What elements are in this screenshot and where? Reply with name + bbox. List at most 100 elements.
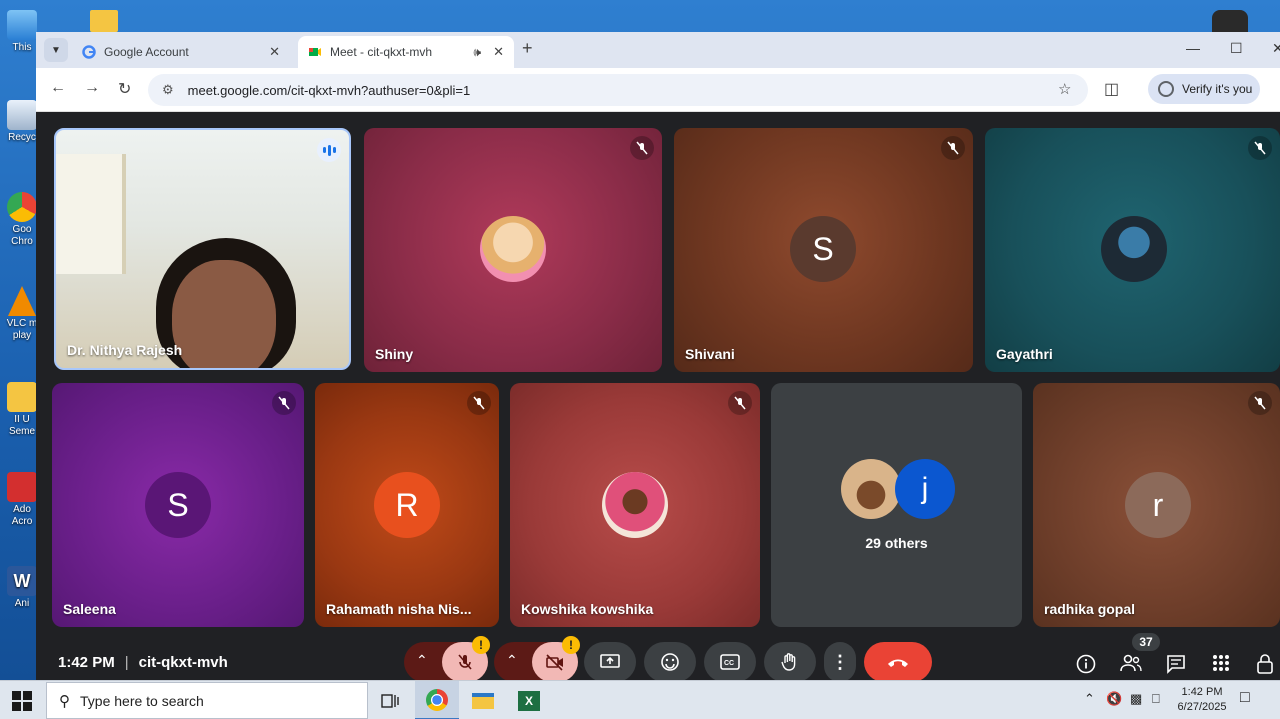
raise-hand-icon — [781, 653, 796, 671]
raise-hand-button[interactable] — [764, 642, 816, 680]
notifications-icon[interactable]: □ — [1240, 689, 1250, 707]
desktop-icon-this-pc[interactable]: This — [4, 10, 40, 54]
more-options-button[interactable]: ⋮ — [824, 642, 856, 680]
taskbar-clock[interactable]: 1:42 PM 6/27/2025 — [1172, 685, 1232, 715]
mic-off-icon — [1248, 136, 1272, 160]
recycle-bin-icon — [7, 100, 37, 130]
tab-title: Google Account — [104, 45, 189, 59]
battery-icon[interactable]: ⎕ — [1152, 691, 1160, 707]
extensions-puzzle-icon[interactable]: ◫ — [1104, 79, 1119, 99]
site-info-icon[interactable]: ⚙ — [162, 82, 174, 98]
close-tab-icon[interactable]: ✕ — [269, 44, 280, 60]
meeting-code: cit-qkxt-mvh — [138, 654, 228, 671]
mic-off-icon — [941, 136, 965, 160]
mic-off-icon — [458, 654, 472, 670]
leave-call-button[interactable] — [864, 642, 932, 680]
participant-name: Saleena — [63, 601, 116, 617]
desktop-icon-folder[interactable]: II U Seme — [4, 382, 40, 438]
svg-text:CC: CC — [724, 660, 734, 667]
desktop-icon-chrome[interactable]: Goo Chro — [4, 192, 40, 248]
participant-tile[interactable]: Kowshika kowshika — [510, 383, 760, 627]
others-tile[interactable]: j 29 others — [771, 383, 1022, 627]
camera-off-icon — [546, 654, 563, 671]
tab-meet[interactable]: Meet - cit-qkxt-mvh 🕪 ✕ — [298, 36, 514, 68]
taskbar-search-box[interactable]: ⚲ Type here to search — [46, 682, 368, 719]
people-icon[interactable] — [1120, 654, 1142, 677]
url-text: meet.google.com/cit-qkxt-mvh?authuser=0&… — [187, 82, 471, 98]
tab-search-button[interactable]: ▼ — [44, 38, 68, 62]
mic-off-icon — [630, 136, 654, 160]
end-call-icon — [888, 659, 908, 667]
acrobat-icon — [7, 472, 37, 502]
close-tab-icon[interactable]: ✕ — [493, 44, 504, 60]
participant-name: Dr. Nithya Rajesh — [67, 342, 183, 358]
desktop-icon-recycle-bin[interactable]: Recyc — [4, 100, 40, 144]
taskbar-file-explorer[interactable] — [461, 681, 505, 719]
tab-google-account[interactable]: Google Account ✕ — [72, 36, 290, 68]
address-bar[interactable]: ⚙ meet.google.com/cit-qkxt-mvh?authuser=… — [148, 74, 1088, 106]
participant-tile[interactable]: Shiny — [364, 128, 662, 372]
video-options-chevron-icon[interactable]: ⌃ — [506, 652, 518, 669]
participant-count-badge: 37 — [1132, 633, 1160, 651]
mic-off-icon — [728, 391, 752, 415]
participant-name: Shiny — [375, 346, 414, 362]
activities-grid-icon[interactable] — [1212, 654, 1230, 677]
meet-control-bar: 1:42 PM | cit-qkxt-mvh ⌃ ! ⌃ ! CC ⋮ 37 — [36, 630, 1280, 680]
participant-tile[interactable]: S Shivani — [674, 128, 973, 372]
maximize-button[interactable]: ☐ — [1230, 40, 1243, 57]
avatar-photo — [1101, 216, 1167, 282]
folder-icon[interactable] — [90, 10, 118, 32]
search-placeholder: Type here to search — [80, 692, 204, 709]
chrome-icon — [7, 192, 37, 222]
meeting-time: 1:42 PM — [58, 654, 115, 671]
meet-stage: Dr. Nithya Rajesh Shiny S Shivani Gayath… — [36, 112, 1280, 680]
camera-warning-badge: ! — [562, 636, 580, 654]
emoji-reaction-button[interactable] — [644, 642, 696, 680]
window-frame — [56, 154, 126, 274]
participant-name: radhika gopal — [1044, 601, 1136, 617]
camera-widget-icon — [1212, 10, 1248, 32]
participant-tile[interactable]: S Saleena — [52, 383, 304, 627]
participant-tile[interactable]: R Rahamath nisha Nis... — [315, 383, 499, 627]
mic-off-icon — [272, 391, 296, 415]
verify-profile-button[interactable]: Verify it's you — [1148, 74, 1260, 104]
toolbar: ← → ↻ ⚙ meet.google.com/cit-qkxt-mvh?aut… — [36, 68, 1280, 112]
host-controls-lock-icon[interactable] — [1256, 654, 1274, 679]
chat-icon[interactable] — [1166, 654, 1186, 679]
participant-face — [172, 260, 276, 368]
desktop-icon-label: Ani — [14, 598, 30, 609]
task-view-button[interactable] — [368, 681, 412, 719]
taskbar-chrome[interactable] — [415, 681, 459, 719]
avatar-photo — [602, 472, 668, 538]
taskbar-excel[interactable]: X — [507, 681, 551, 719]
verify-label: Verify it's you — [1182, 82, 1253, 96]
participant-tile-video[interactable]: Dr. Nithya Rajesh — [54, 128, 351, 370]
desktop-icon-word[interactable]: W Ani — [4, 566, 40, 610]
windows-start-icon[interactable] — [12, 691, 32, 711]
back-arrow-icon[interactable]: ← — [50, 79, 66, 97]
participant-name: Gayathri — [996, 346, 1053, 362]
desktop-icon-vlc[interactable]: VLC m play — [4, 286, 40, 342]
network-icon[interactable]: ▩ — [1130, 691, 1142, 707]
google-meet-icon — [309, 48, 321, 56]
desktop-icon-label: II U Seme — [8, 414, 36, 437]
participant-tile[interactable]: r radhika gopal — [1033, 383, 1280, 627]
desktop-icon-label: Ado Acro — [11, 504, 33, 527]
minimize-button[interactable]: — — [1186, 40, 1200, 56]
bookmark-star-icon[interactable]: ☆ — [1058, 80, 1071, 98]
show-hidden-icons-chevron-icon[interactable]: ⌃ — [1084, 691, 1095, 707]
mic-control-group: ⌃ ! — [404, 636, 490, 680]
audio-playing-icon[interactable]: 🕪 — [474, 45, 482, 60]
meeting-details-info-icon[interactable] — [1076, 654, 1096, 679]
new-tab-button[interactable]: + — [522, 38, 533, 59]
close-window-button[interactable]: ✕ — [1272, 40, 1280, 57]
desktop-icon-acrobat[interactable]: Ado Acro — [4, 472, 40, 528]
speaking-indicator-icon — [317, 138, 341, 162]
reload-icon[interactable]: ↻ — [118, 79, 131, 99]
captions-button[interactable]: CC — [704, 642, 756, 680]
audio-options-chevron-icon[interactable]: ⌃ — [416, 652, 428, 669]
forward-arrow-icon[interactable]: → — [84, 79, 100, 97]
participant-tile[interactable]: Gayathri — [985, 128, 1280, 372]
present-screen-button[interactable] — [584, 642, 636, 680]
volume-muted-icon[interactable]: 🔇 — [1106, 691, 1122, 707]
